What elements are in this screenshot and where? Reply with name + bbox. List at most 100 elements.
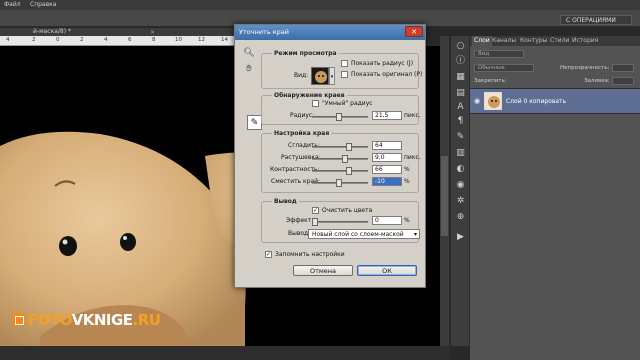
- close-icon[interactable]: ✕: [405, 26, 423, 37]
- contrast-unit: %: [404, 166, 410, 173]
- radius-field[interactable]: 21,5: [372, 111, 402, 120]
- cancel-button[interactable]: Отмена: [293, 265, 353, 276]
- ruler-tick: 4: [104, 37, 108, 43]
- shift-edge-slider[interactable]: [312, 179, 368, 187]
- fill-field[interactable]: [612, 77, 634, 85]
- ruler-tick: 12: [198, 37, 205, 43]
- close-tab-icon[interactable]: ×: [150, 29, 156, 36]
- remember-settings-checkbox[interactable]: ✓: [265, 251, 272, 258]
- styles-icon[interactable]: ✲: [455, 196, 466, 207]
- layer-row[interactable]: ◉ Слой 0 копировать: [470, 88, 640, 114]
- feather-unit: пикс.: [404, 154, 421, 161]
- ok-button[interactable]: ОК: [357, 265, 417, 276]
- smooth-field[interactable]: 64: [372, 141, 402, 150]
- shift-edge-field[interactable]: -10: [372, 177, 402, 186]
- history-icon[interactable]: ⎔: [455, 42, 466, 53]
- workspace-dropdown[interactable]: С ОПЕРАЦИЯМИ: [560, 15, 632, 25]
- layers-panel: Слои Каналы Контуры Стили История Вид Об…: [470, 36, 640, 360]
- shift-edge-unit: %: [404, 178, 410, 185]
- tab-history[interactable]: История: [570, 36, 600, 46]
- radius-label: Радиус:: [290, 112, 315, 119]
- layer-filter-label: Вид: [478, 51, 490, 57]
- info-icon[interactable]: ⓘ: [455, 56, 466, 67]
- document-tab[interactable]: й-маска/8) *: [0, 28, 240, 36]
- contrast-slider[interactable]: [312, 167, 368, 175]
- feather-slider-knob[interactable]: [342, 155, 348, 163]
- logo-text: FOTOVKNIGE.RU: [28, 311, 161, 329]
- dialog-titlebar[interactable]: Уточнить край ✕: [235, 25, 425, 40]
- workspace-dropdown-label: С ОПЕРАЦИЯМИ: [566, 17, 616, 24]
- smooth-slider[interactable]: [312, 143, 368, 151]
- actions-icon[interactable]: ▶: [455, 232, 466, 243]
- tab-layers[interactable]: Слои: [472, 36, 492, 46]
- smart-radius-label: "Умный" радиус: [322, 100, 373, 107]
- adjustments-icon[interactable]: ◐: [455, 164, 466, 175]
- contrast-field[interactable]: 66: [372, 165, 402, 174]
- show-radius-checkbox[interactable]: [341, 60, 348, 67]
- contrast-slider-knob[interactable]: [346, 167, 352, 175]
- ruler-tick: 2: [80, 37, 84, 43]
- swatches-icon[interactable]: ▤: [455, 88, 466, 99]
- dialog-title: Уточнить край: [239, 28, 289, 36]
- radius-slider[interactable]: [312, 113, 368, 121]
- tab-channels[interactable]: Каналы: [490, 36, 518, 46]
- dialog-tools: 🔍︎ ✋︎: [241, 47, 257, 107]
- panel-dock: ⎔ ⓘ ▦ ▤ A ¶ ✎ ▥ ◐ ◉ ✲ ⊕ ▶: [450, 36, 470, 346]
- edge-detection-heading: Обнаружение краев: [272, 92, 347, 99]
- decontaminate-checkbox[interactable]: ✓: [312, 207, 319, 214]
- clone-source-icon[interactable]: ▥: [455, 148, 466, 159]
- ruler-tick: 0: [56, 37, 60, 43]
- character-icon[interactable]: A: [455, 102, 466, 113]
- layer-name: Слой 0 копировать: [506, 98, 567, 105]
- panel-tabs: Слои Каналы Контуры Стили История: [470, 36, 640, 46]
- show-original-label: Показать оригинал (P): [351, 71, 423, 78]
- amount-slider-knob[interactable]: [312, 218, 318, 226]
- view-dropdown-arrow-icon[interactable]: ▾: [329, 67, 335, 85]
- smart-radius-checkbox[interactable]: [312, 100, 319, 107]
- brush-preset-icon[interactable]: ✎: [455, 132, 466, 143]
- amount-label: Эффект:: [286, 217, 314, 224]
- zoom-tool-icon[interactable]: 🔍︎: [243, 47, 255, 59]
- view-mode-group: Режим просмотра Вид: ▾ Показать радиус (…: [261, 50, 423, 89]
- show-original-checkbox[interactable]: [341, 71, 348, 78]
- tab-styles[interactable]: Стили: [548, 36, 571, 46]
- refine-radius-brush-icon[interactable]: ✎: [247, 115, 262, 130]
- feather-field[interactable]: 9,0: [372, 153, 402, 162]
- menu-bar: Файл Справка: [0, 0, 640, 10]
- view-mode-heading: Режим просмотра: [272, 50, 339, 57]
- radius-unit: пикс.: [404, 112, 421, 119]
- ruler-tick: 4: [6, 37, 10, 43]
- layer-filter-dropdown[interactable]: Вид: [474, 50, 524, 58]
- ruler-tick: 10: [175, 37, 182, 43]
- color-icon[interactable]: ▦: [455, 72, 466, 83]
- menu-file[interactable]: Файл: [4, 1, 21, 8]
- menu-help[interactable]: Справка: [30, 1, 56, 8]
- paragraph-icon[interactable]: ¶: [455, 116, 466, 127]
- blend-mode-dropdown[interactable]: Обычные: [474, 64, 534, 72]
- output-to-dropdown[interactable]: Новый слой со слоем-маской ▾: [308, 229, 420, 239]
- blend-mode-label: Обычные: [478, 65, 505, 71]
- amount-field[interactable]: 0: [372, 216, 402, 225]
- edge-detection-group: Обнаружение краев "Умный" радиус Радиус:…: [261, 92, 421, 125]
- opacity-label: Непрозрачность:: [560, 65, 610, 71]
- smooth-slider-knob[interactable]: [346, 143, 352, 151]
- radius-slider-knob[interactable]: [336, 113, 342, 121]
- vertical-scrollbar[interactable]: [440, 36, 449, 346]
- amount-slider[interactable]: [312, 218, 368, 226]
- scrollbar-thumb[interactable]: [441, 156, 448, 236]
- tab-paths[interactable]: Контуры: [518, 36, 549, 46]
- hand-tool-icon[interactable]: ✋︎: [243, 63, 255, 75]
- top-ruler: 4 2 0 2 4 6 8 10 12 14: [0, 36, 238, 46]
- masks-icon[interactable]: ◉: [455, 180, 466, 191]
- eye-icon[interactable]: ◉: [474, 97, 482, 105]
- adjust-edge-group: Настройка края Сгладить: 64 Растушевка: …: [261, 130, 421, 193]
- shift-edge-slider-knob[interactable]: [336, 179, 342, 187]
- document-tab-title: й-маска/8) *: [33, 28, 71, 35]
- view-label: Вид:: [294, 72, 309, 79]
- opacity-field[interactable]: [612, 64, 634, 72]
- paths-icon[interactable]: ⊕: [455, 212, 466, 223]
- view-preview-thumbnail[interactable]: [311, 67, 329, 85]
- output-group: Вывод ✓ Очистить цвета Эффект: 0 % Вывод…: [261, 198, 420, 243]
- chevron-down-icon: ▾: [413, 231, 417, 238]
- feather-slider[interactable]: [312, 155, 368, 163]
